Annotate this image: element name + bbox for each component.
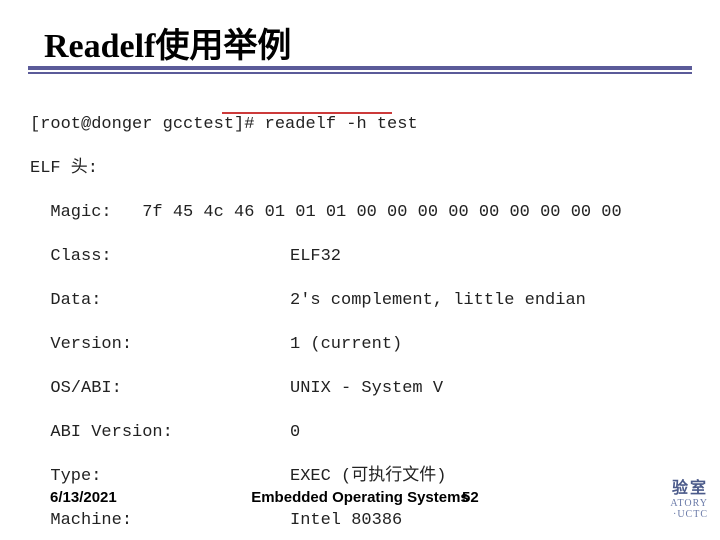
prompt: [root@donger gcctest]# [30,115,265,134]
version-label: Version: [30,334,290,356]
osabi-label: OS/ABI: [30,378,290,400]
title-rule-thin [28,72,692,74]
title-rule-thick [28,66,692,70]
lab-en1: ATORY [658,498,708,509]
footer-page: 52 [462,489,479,506]
command: readelf -h test [265,115,418,134]
title-cn: 使用举例 [155,27,291,65]
slide: Readelf使用举例 [root@donger gcctest]# reade… [0,0,720,540]
type-value: EXEC (可执行文件) [290,466,446,488]
class-value: ELF32 [290,246,341,268]
osabi-value: UNIX - System V [290,378,443,400]
title-en: Readelf [44,28,155,65]
lab-en2: ·UCTC [658,509,708,520]
lab-cn: 验室 [658,474,708,498]
elf-header-label: ELF 头: [30,158,622,180]
footer-title: Embedded Operating Systems [0,489,720,506]
data-value: 2's complement, little endian [290,290,586,312]
version-value: 1 (current) [290,334,402,356]
type-label: Type: [30,466,290,488]
slide-title: Readelf使用举例 [44,18,291,67]
magic-label: Magic: [30,203,142,222]
terminal-output: [root@donger gcctest]# readelf -h test E… [30,92,622,540]
abiver-value: 0 [290,422,300,444]
magic-value: 7f 45 4c 46 01 01 01 00 00 00 00 00 00 0… [142,203,621,222]
machine-value: Intel 80386 [290,510,402,532]
class-label: Class: [30,246,290,268]
abiver-label: ABI Version: [30,422,290,444]
data-label: Data: [30,290,290,312]
machine-label: Machine: [30,510,290,532]
lab-watermark: 验室 ATORY ·UCTC [658,474,708,520]
